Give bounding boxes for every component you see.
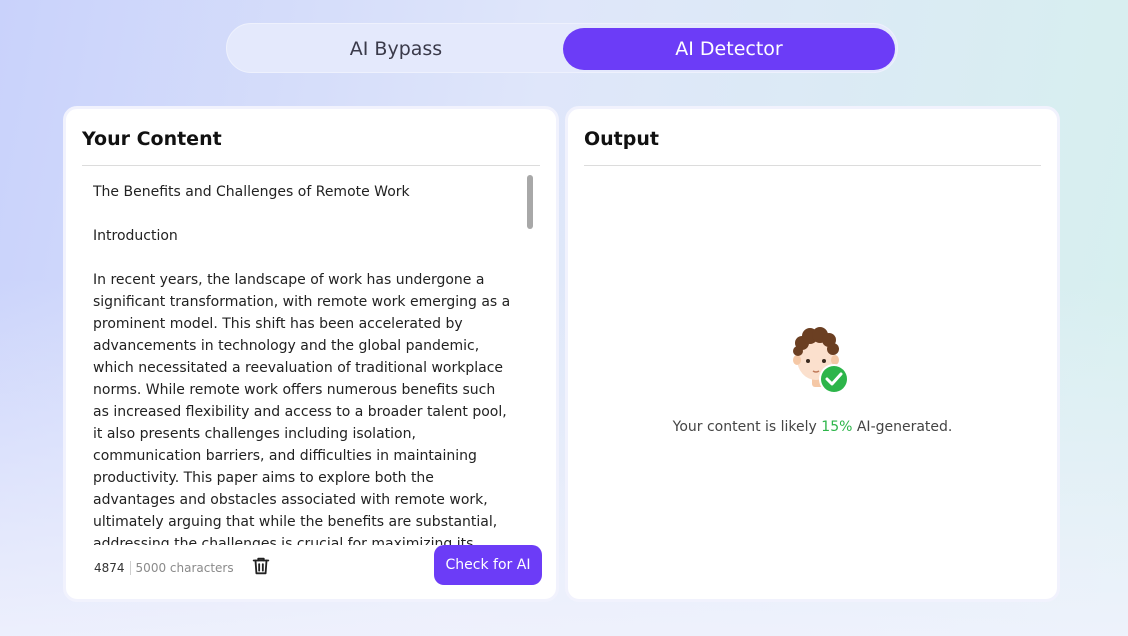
trash-icon[interactable] (250, 555, 272, 577)
detection-result: Your content is likely 15% AI-generated. (568, 419, 1057, 435)
content-textarea[interactable]: The Benefits and Challenges of Remote Wo… (93, 181, 513, 545)
character-counter: 4874 5000 characters (94, 555, 234, 581)
divider (82, 165, 540, 166)
char-limit: 5000 characters (135, 561, 234, 575)
check-for-ai-button[interactable]: Check for AI (434, 545, 542, 585)
mode-tabs: AI Bypass AI Detector (226, 23, 898, 73)
content-paragraph: In recent years, the landscape of work h… (93, 272, 511, 545)
divider (584, 165, 1041, 166)
content-scrollbar[interactable] (527, 175, 533, 229)
content-paragraph: The Benefits and Challenges of Remote Wo… (93, 184, 410, 200)
result-suffix: AI-generated. (852, 419, 953, 435)
input-panel-title: Your Content (82, 128, 222, 150)
output-panel-title: Output (584, 128, 659, 150)
tab-ai-detector[interactable]: AI Detector (563, 28, 895, 70)
tab-ai-bypass[interactable]: AI Bypass (231, 28, 561, 70)
content-paragraph: Introduction (93, 228, 178, 244)
input-panel: Your Content The Benefits and Challenges… (63, 106, 559, 602)
char-count: 4874 (94, 561, 131, 575)
ai-percentage: 15% (821, 419, 853, 435)
output-panel: Output Your content is likely 15% AI-gen… (565, 106, 1060, 602)
result-prefix: Your content is likely (672, 419, 822, 435)
human-face-check-icon (786, 321, 854, 401)
